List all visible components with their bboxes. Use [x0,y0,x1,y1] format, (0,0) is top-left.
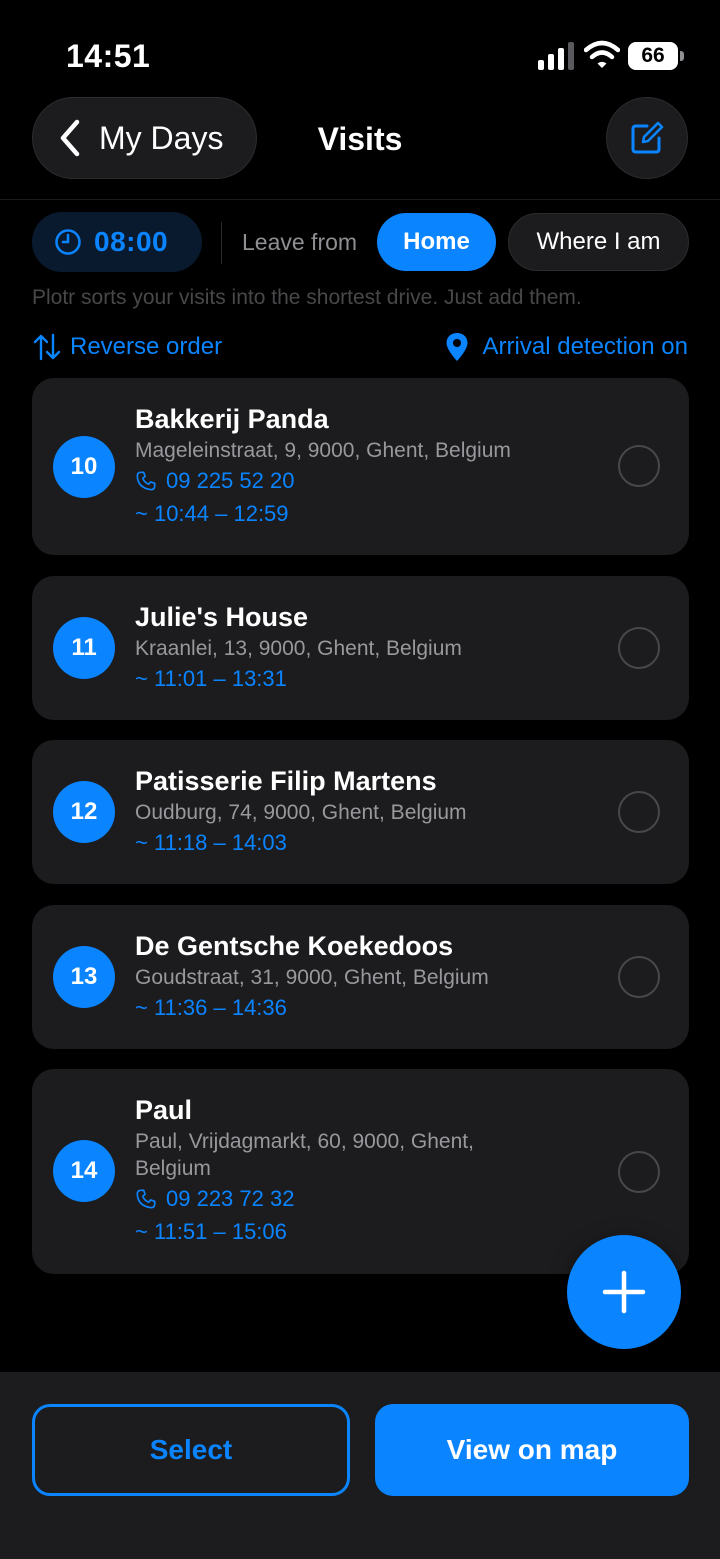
reverse-arrows-icon [33,333,61,361]
add-visit-button[interactable] [567,1235,681,1349]
visit-card[interactable]: 13 De Gentsche Koekedoos Goudstraat, 31,… [32,905,689,1049]
visit-address: Kraanlei, 13, 9000, Ghent, Belgium [135,637,462,660]
visit-name: Bakkerij Panda [135,404,329,434]
visit-address: Paul, Vrijdagmarkt, 60, 9000, Ghent, Bel… [135,1130,474,1180]
select-button[interactable]: Select [32,1404,350,1496]
visit-phone[interactable]: 09 225 52 20 [135,464,585,497]
reverse-order-button[interactable]: Reverse order [32,332,222,362]
bottom-toolbar: Select View on map [0,1372,720,1559]
visit-time-window: ~ 11:36 – 14:36 [135,995,287,1020]
phone-icon [136,1188,156,1209]
visit-order-badge: 10 [53,436,115,498]
start-time-picker[interactable]: 08:00 [32,212,202,272]
visit-details: Bakkerij Panda Mageleinstraat, 9, 9000, … [135,402,585,530]
start-time-value: 08:00 [94,226,169,257]
visit-checkbox[interactable] [618,445,660,487]
battery-icon: 66 [628,42,684,70]
divider [221,222,222,264]
visit-name: Julie's House [135,602,308,632]
visit-checkbox[interactable] [618,627,660,669]
visit-address: Oudburg, 74, 9000, Ghent, Belgium [135,801,467,824]
leave-from-label: Leave from [242,229,358,255]
visit-name: Paul [135,1095,193,1125]
visit-card[interactable]: 10 Bakkerij Panda Mageleinstraat, 9, 900… [32,378,689,555]
visit-address: Goudstraat, 31, 9000, Ghent, Belgium [135,966,489,989]
phone-icon [136,470,156,491]
nav-bar: My Days Visits [0,95,720,200]
edit-button[interactable] [606,97,688,179]
visit-order-badge: 12 [53,781,115,843]
visit-details: Paul Paul, Vrijdagmarkt, 60, 9000, Ghent… [135,1093,555,1248]
reverse-order-label: Reverse order [70,333,223,360]
visit-phone-number: 09 223 72 32 [166,1186,295,1211]
leave-from-home-option[interactable]: Home [377,213,496,271]
status-time: 14:51 [66,38,151,74]
visit-order-badge: 14 [53,1140,115,1202]
visit-checkbox[interactable] [618,791,660,833]
plus-icon [602,1270,646,1314]
visit-name: De Gentsche Koekedoos [135,931,454,961]
edit-icon [631,121,664,154]
visit-phone-number: 09 225 52 20 [166,468,295,493]
visit-details: Patisserie Filip Martens Oudburg, 74, 90… [135,764,585,859]
list-actions: Reverse order Arrival detection on [0,332,720,366]
battery-level: 66 [628,42,678,70]
clock-icon [55,229,81,255]
visit-time-window: ~ 11:01 – 13:31 [135,666,287,691]
visit-address: Mageleinstraat, 9, 9000, Ghent, Belgium [135,439,511,462]
arrival-detection-button[interactable]: Arrival detection on [445,332,688,362]
visit-checkbox[interactable] [618,1151,660,1193]
wifi-icon [584,40,620,68]
visit-time-window: ~ 11:51 – 15:06 [135,1219,287,1244]
visit-time-window: ~ 10:44 – 12:59 [135,501,289,526]
visit-order-badge: 13 [53,946,115,1008]
visit-time-window: ~ 11:18 – 14:03 [135,830,287,855]
visit-card[interactable]: 12 Patisserie Filip Martens Oudburg, 74,… [32,740,689,884]
visit-name: Patisserie Filip Martens [135,766,437,796]
visit-order-badge: 11 [53,617,115,679]
visit-checkbox[interactable] [618,956,660,998]
visit-phone[interactable]: 09 223 72 32 [135,1182,555,1215]
helper-text: Plotr sorts your visits into the shortes… [32,286,582,309]
location-pin-icon [446,333,468,361]
visit-card[interactable]: 11 Julie's House Kraanlei, 13, 9000, Ghe… [32,576,689,720]
arrival-detection-label: Arrival detection on [482,333,688,360]
cellular-signal-icon [538,42,574,70]
visit-details: De Gentsche Koekedoos Goudstraat, 31, 90… [135,929,585,1024]
status-bar: 14:51 66 [0,0,720,100]
visit-details: Julie's House Kraanlei, 13, 9000, Ghent,… [135,600,585,695]
view-on-map-button[interactable]: View on map [375,1404,689,1496]
leave-from-current-location-option[interactable]: Where I am [508,213,689,271]
route-controls: 08:00 Leave from Home Where I am [0,212,720,274]
visit-card[interactable]: 14 Paul Paul, Vrijdagmarkt, 60, 9000, Gh… [32,1069,689,1274]
